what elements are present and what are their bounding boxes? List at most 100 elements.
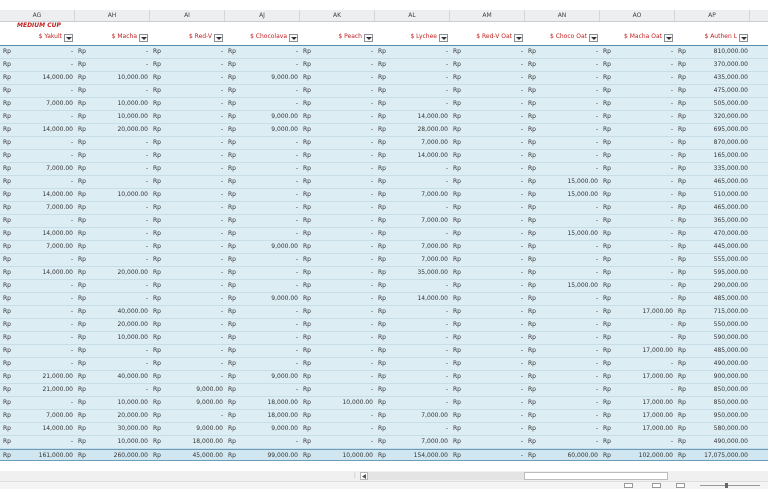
table-cell[interactable]: Rp - bbox=[0, 111, 75, 123]
table-cell[interactable]: Rp - bbox=[225, 85, 300, 97]
table-cell[interactable]: Rp - bbox=[525, 319, 600, 331]
table-cell[interactable]: Rp - bbox=[75, 215, 150, 227]
table-cell[interactable]: Rp - bbox=[300, 72, 375, 84]
table-cell[interactable]: Rp - bbox=[225, 176, 300, 188]
table-cell[interactable]: Rp 14,000.00 bbox=[0, 423, 75, 435]
table-cell[interactable]: Rp - bbox=[600, 46, 675, 58]
column-letter-header[interactable]: AJ bbox=[225, 10, 300, 21]
table-cell[interactable]: Rp - bbox=[300, 371, 375, 383]
table-cell[interactable]: Rp - bbox=[375, 59, 450, 71]
table-cell[interactable]: Rp 850,000.00 bbox=[675, 397, 750, 409]
table-cell[interactable]: Rp 870,000.00 bbox=[675, 137, 750, 149]
table-cell[interactable]: Rp - bbox=[0, 306, 75, 318]
table-cell[interactable]: Rp 470,000.00 bbox=[675, 228, 750, 240]
table-cell[interactable]: Rp - bbox=[600, 267, 675, 279]
zoom-slider[interactable] bbox=[700, 485, 760, 486]
table-cell[interactable]: Rp 465,000.00 bbox=[675, 176, 750, 188]
table-cell[interactable]: Rp - bbox=[225, 46, 300, 58]
table-cell[interactable]: Rp - bbox=[600, 111, 675, 123]
table-cell[interactable]: Rp - bbox=[150, 59, 225, 71]
table-cell[interactable]: Rp - bbox=[450, 241, 525, 253]
table-cell[interactable]: Rp - bbox=[600, 241, 675, 253]
table-cell[interactable]: Rp - bbox=[450, 176, 525, 188]
table-cell[interactable]: Rp - bbox=[0, 46, 75, 58]
table-cell[interactable]: Rp 580,000.00 bbox=[675, 423, 750, 435]
table-cell[interactable]: Rp - bbox=[0, 59, 75, 71]
table-cell[interactable]: Rp - bbox=[300, 267, 375, 279]
table-cell[interactable]: Rp - bbox=[300, 150, 375, 162]
table-cell[interactable]: Rp - bbox=[525, 111, 600, 123]
table-cell[interactable]: Rp 365,000.00 bbox=[675, 215, 750, 227]
table-cell[interactable]: Rp 15,000.00 bbox=[525, 280, 600, 292]
table-cell[interactable]: Rp - bbox=[300, 319, 375, 331]
filter-dropdown-button[interactable] bbox=[664, 34, 673, 42]
table-cell[interactable]: Rp - bbox=[525, 72, 600, 84]
table-cell[interactable]: Rp 17,000.00 bbox=[600, 410, 675, 422]
table-cell[interactable]: Rp 10,000.00 bbox=[75, 98, 150, 110]
table-cell[interactable]: Rp - bbox=[75, 358, 150, 370]
table-cell[interactable]: Rp 290,000.00 bbox=[675, 280, 750, 292]
table-cell[interactable]: Rp - bbox=[525, 85, 600, 97]
table-cell[interactable]: Rp - bbox=[150, 345, 225, 357]
table-cell[interactable]: Rp - bbox=[450, 202, 525, 214]
table-cell[interactable]: Rp 260,000.00 bbox=[75, 450, 150, 462]
table-cell[interactable]: Rp 475,000.00 bbox=[675, 85, 750, 97]
table-cell[interactable]: Rp 161,000.00 bbox=[0, 450, 75, 462]
table-cell[interactable]: Rp 7,000.00 bbox=[375, 241, 450, 253]
table-cell[interactable]: Rp 21,000.00 bbox=[0, 384, 75, 396]
table-cell[interactable]: Rp - bbox=[375, 46, 450, 58]
table-cell[interactable]: Rp - bbox=[525, 241, 600, 253]
table-cell[interactable]: Rp 18,000.00 bbox=[225, 397, 300, 409]
table-cell[interactable]: Rp - bbox=[600, 228, 675, 240]
table-cell[interactable]: Rp 9,000.00 bbox=[225, 111, 300, 123]
table-cell[interactable]: Rp 485,000.00 bbox=[675, 345, 750, 357]
table-cell[interactable]: Rp 10,000.00 bbox=[75, 72, 150, 84]
table-cell[interactable]: Rp - bbox=[600, 59, 675, 71]
table-cell[interactable]: Rp - bbox=[225, 137, 300, 149]
table-cell[interactable]: Rp - bbox=[525, 98, 600, 110]
table-cell[interactable]: Rp 490,000.00 bbox=[675, 358, 750, 370]
table-cell[interactable]: Rp - bbox=[375, 319, 450, 331]
table-cell[interactable]: Rp - bbox=[150, 85, 225, 97]
table-cell[interactable]: Rp 9,000.00 bbox=[150, 397, 225, 409]
table-cell[interactable]: Rp - bbox=[150, 137, 225, 149]
table-cell[interactable]: Rp - bbox=[0, 137, 75, 149]
table-cell[interactable]: Rp - bbox=[525, 345, 600, 357]
table-cell[interactable]: Rp - bbox=[450, 306, 525, 318]
table-cell[interactable]: Rp - bbox=[150, 280, 225, 292]
table-cell[interactable]: Rp 10,000.00 bbox=[300, 397, 375, 409]
table-cell[interactable]: Rp 7,000.00 bbox=[375, 410, 450, 422]
table-cell[interactable]: Rp - bbox=[0, 150, 75, 162]
table-cell[interactable]: Rp - bbox=[300, 59, 375, 71]
table-cell[interactable]: Rp - bbox=[450, 163, 525, 175]
table-cell[interactable]: Rp - bbox=[525, 163, 600, 175]
table-cell[interactable]: Rp - bbox=[375, 85, 450, 97]
table-cell[interactable]: Rp - bbox=[375, 228, 450, 240]
table-cell[interactable]: Rp - bbox=[150, 293, 225, 305]
table-cell[interactable]: Rp 28,000.00 bbox=[375, 124, 450, 136]
table-cell[interactable]: Rp - bbox=[225, 215, 300, 227]
column-letter-header[interactable]: AG bbox=[0, 10, 75, 21]
table-cell[interactable]: Rp - bbox=[600, 163, 675, 175]
table-cell[interactable]: Rp - bbox=[450, 267, 525, 279]
table-cell[interactable]: Rp - bbox=[150, 267, 225, 279]
table-cell[interactable]: Rp - bbox=[375, 176, 450, 188]
table-cell[interactable]: Rp - bbox=[600, 332, 675, 344]
table-cell[interactable]: Rp 695,000.00 bbox=[675, 124, 750, 136]
table-cell[interactable]: Rp - bbox=[375, 163, 450, 175]
table-cell[interactable]: Rp - bbox=[600, 85, 675, 97]
filter-dropdown-button[interactable] bbox=[139, 34, 148, 42]
table-cell[interactable]: Rp 9,000.00 bbox=[225, 371, 300, 383]
table-cell[interactable]: Rp - bbox=[225, 345, 300, 357]
table-cell[interactable]: Rp 20,000.00 bbox=[75, 319, 150, 331]
table-cell[interactable]: Rp 490,000.00 bbox=[675, 436, 750, 448]
table-cell[interactable]: Rp - bbox=[375, 345, 450, 357]
table-cell[interactable]: Rp - bbox=[300, 384, 375, 396]
table-cell[interactable]: Rp - bbox=[600, 254, 675, 266]
table-cell[interactable]: Rp - bbox=[525, 59, 600, 71]
table-cell[interactable]: Rp 510,000.00 bbox=[675, 189, 750, 201]
page-break-view-icon[interactable] bbox=[676, 483, 685, 488]
table-cell[interactable]: Rp - bbox=[450, 410, 525, 422]
table-cell[interactable]: Rp - bbox=[300, 241, 375, 253]
filter-dropdown-button[interactable] bbox=[439, 34, 448, 42]
